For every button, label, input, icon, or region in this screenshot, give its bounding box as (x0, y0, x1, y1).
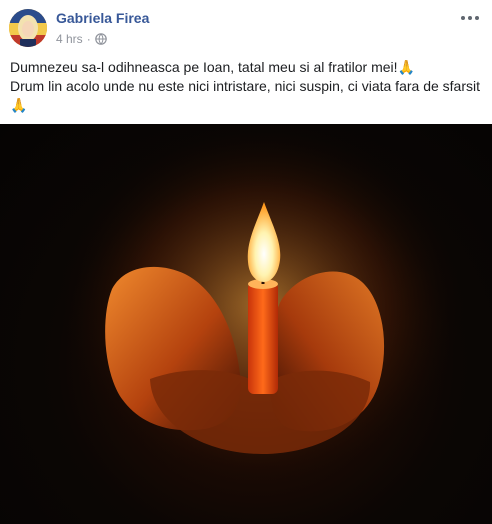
more-options-icon[interactable] (458, 10, 482, 26)
post-text-line: 🙏 (10, 97, 28, 113)
more-dot (468, 16, 472, 20)
post-photo[interactable] (0, 124, 492, 524)
meta-separator: · (86, 32, 91, 46)
author-name[interactable]: Gabriela Firea (56, 10, 149, 26)
facebook-post: Gabriela Firea 4 hrs · Dumnezeu sa-l odi… (0, 0, 492, 524)
globe-icon[interactable] (94, 33, 107, 45)
post-timestamp[interactable]: 4 hrs (56, 32, 83, 46)
post-text-line: Dumnezeu sa-l odihneasca pe Ioan, tatal … (10, 59, 415, 75)
post-meta: 4 hrs · (56, 32, 107, 46)
post-text: Dumnezeu sa-l odihneasca pe Ioan, tatal … (10, 58, 486, 115)
post-text-line: Drum lin acolo unde nu este nici intrist… (10, 78, 480, 94)
candle-shape (248, 282, 278, 394)
candle-in-hands-image (52, 124, 472, 494)
more-dot (461, 16, 465, 20)
avatar-portrait (9, 9, 47, 47)
author-avatar[interactable] (9, 9, 47, 47)
post-header: Gabriela Firea 4 hrs · (0, 0, 492, 52)
more-dot (475, 16, 479, 20)
